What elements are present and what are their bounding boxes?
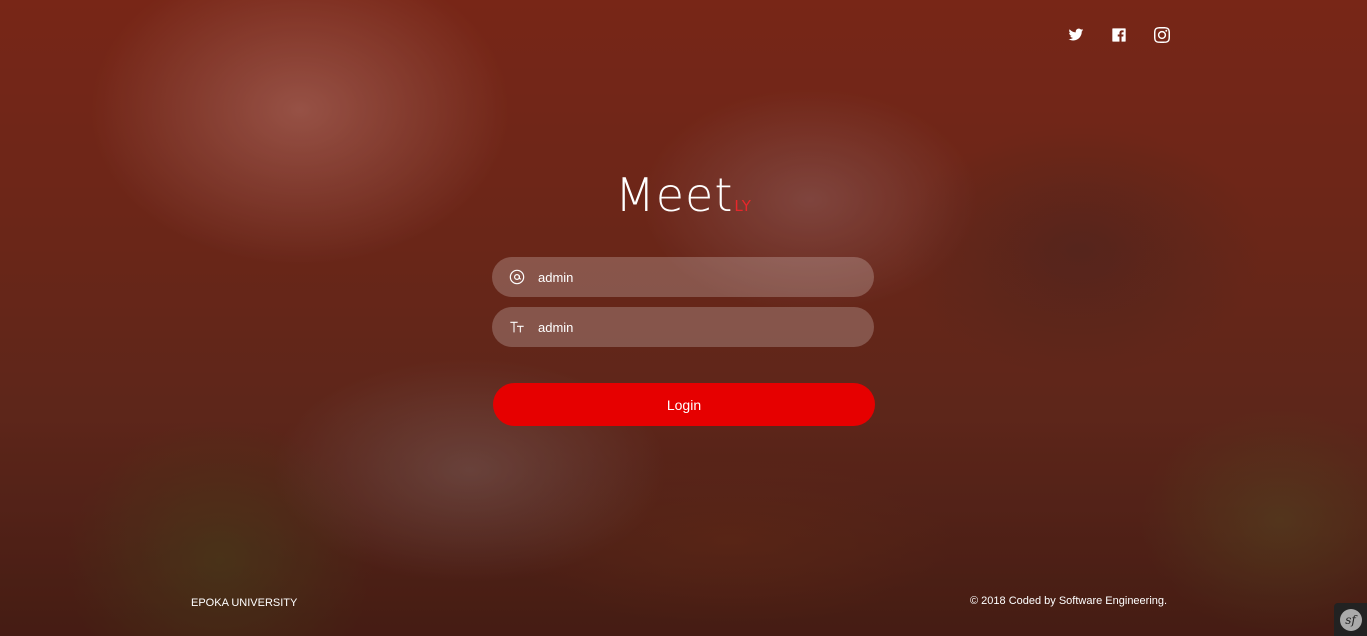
logo-suffix-text: LY	[734, 197, 752, 215]
username-input[interactable]	[538, 257, 874, 297]
footer-copyright: © 2018 Coded by Software Engineering.	[970, 595, 1168, 607]
symfony-icon: sf	[1339, 608, 1362, 631]
logo-main-text: Meet	[615, 168, 734, 222]
username-field[interactable]	[492, 257, 874, 297]
login-page: MeetLY Login EPOKA UNIVERSITY © 2018 Cod…	[0, 0, 1367, 636]
footer-university: EPOKA UNIVERSITY	[191, 597, 298, 609]
text-height-icon	[508, 318, 526, 336]
facebook-link[interactable]	[1106, 24, 1132, 46]
debug-toolbar-toggle[interactable]: sf	[1334, 603, 1367, 636]
app-logo: MeetLY	[0, 168, 1367, 222]
social-links	[1063, 24, 1175, 46]
facebook-icon	[1112, 28, 1126, 42]
password-input[interactable]	[538, 307, 874, 347]
twitter-link[interactable]	[1063, 24, 1089, 46]
instagram-link[interactable]	[1149, 24, 1175, 46]
login-button[interactable]: Login	[493, 383, 875, 426]
at-sign-icon	[508, 268, 526, 286]
instagram-icon	[1154, 27, 1170, 43]
password-field[interactable]	[492, 307, 874, 347]
twitter-icon	[1068, 28, 1084, 41]
